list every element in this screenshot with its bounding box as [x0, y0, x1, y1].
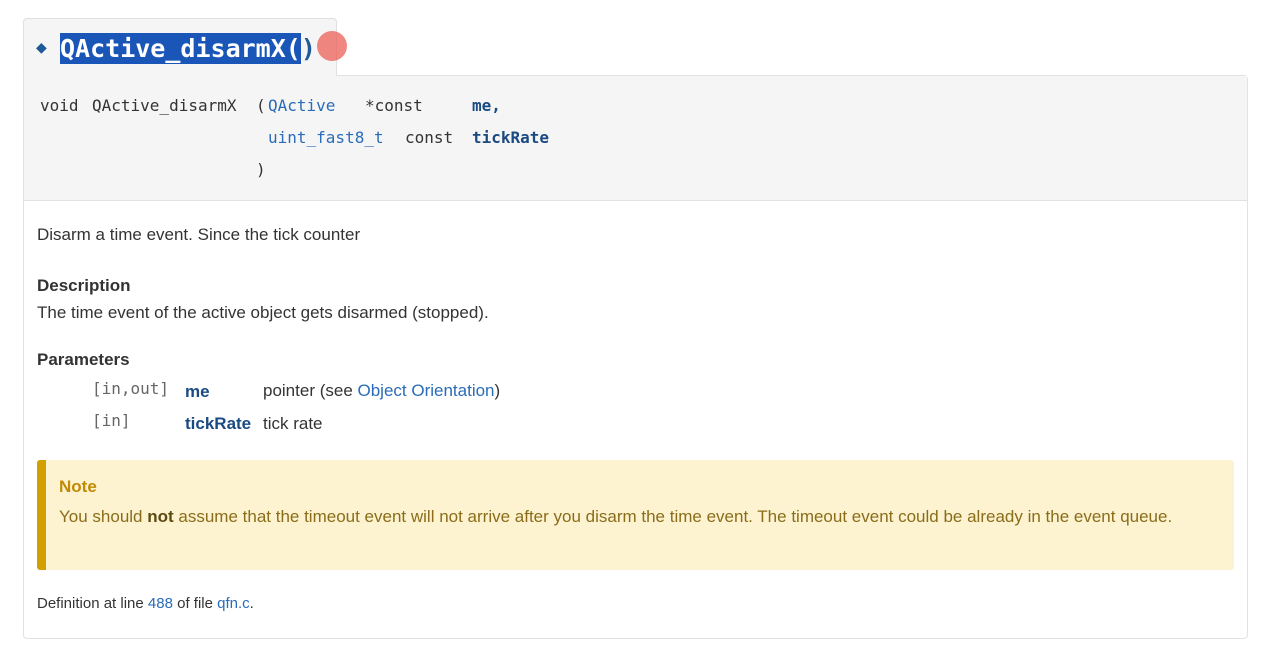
- parameters-heading: Parameters: [37, 350, 130, 369]
- param-direction: [in,out]: [92, 379, 170, 398]
- definition-middle: of file: [172, 595, 218, 612]
- param-qualifier: const: [405, 128, 454, 147]
- member-title-tab: ◆ QActive_disarmX(): [23, 18, 347, 76]
- param-name: me,: [472, 96, 501, 115]
- param-qualifier: *const: [365, 96, 423, 115]
- param-direction: [in]: [92, 411, 131, 430]
- diamond-bullet-icon: ◆: [36, 39, 47, 55]
- description-heading: Description: [37, 276, 131, 295]
- note-box: Note You should not assume that the time…: [37, 460, 1234, 570]
- mouse-cursor-indicator: [317, 31, 347, 61]
- definition-suffix: .: [249, 595, 254, 612]
- prototype-function-name: QActive_disarmX: [92, 96, 237, 115]
- definition-line-link[interactable]: 488: [148, 595, 173, 612]
- title-close-paren: ): [300, 34, 316, 63]
- note-title: Note: [59, 477, 97, 496]
- prototype-close-paren: ): [256, 160, 266, 179]
- definition-file-link[interactable]: qfn.c: [217, 595, 250, 612]
- prototype-open-paren: (: [256, 96, 266, 115]
- selected-title-text[interactable]: QActive_disarmX(: [60, 33, 301, 64]
- definition-line: Definition at line 488 of file qfn.c.: [37, 594, 254, 614]
- note-text-before: You should: [59, 507, 148, 526]
- title-name: QActive_disarmX: [60, 34, 286, 63]
- param-name-tickrate: tickRate: [185, 414, 252, 433]
- note-text: You should not assume that the timeout e…: [59, 503, 1219, 531]
- definition-prefix: Definition at line: [37, 595, 148, 612]
- note-text-after: assume that the timeout event will not a…: [173, 507, 1173, 526]
- title-open-paren: (: [285, 34, 301, 63]
- param-desc-suffix: ): [494, 381, 501, 400]
- description-text: The time event of the active object gets…: [37, 303, 489, 322]
- param-name-me: me: [185, 382, 210, 401]
- param-type-link[interactable]: uint_fast8_t: [268, 128, 384, 148]
- brief-description: Disarm a time event. Since the tick coun…: [37, 225, 361, 244]
- note-emphasis: not: [147, 507, 174, 526]
- function-prototype: void QActive_disarmX ( QActive *const me…: [24, 76, 1247, 201]
- member-doc-card: void QActive_disarmX ( QActive *const me…: [23, 75, 1248, 639]
- param-name: tickRate: [472, 128, 550, 147]
- param-desc-tickrate: tick rate: [263, 414, 323, 433]
- param-type-link[interactable]: QActive: [268, 96, 335, 116]
- member-title[interactable]: QActive_disarmX(): [60, 31, 316, 67]
- object-orientation-link[interactable]: Object Orientation: [358, 381, 495, 400]
- param-desc-me: pointer (see Object Orientation): [263, 380, 500, 402]
- param-desc-prefix: pointer (see: [263, 381, 358, 400]
- return-type: void: [40, 96, 79, 115]
